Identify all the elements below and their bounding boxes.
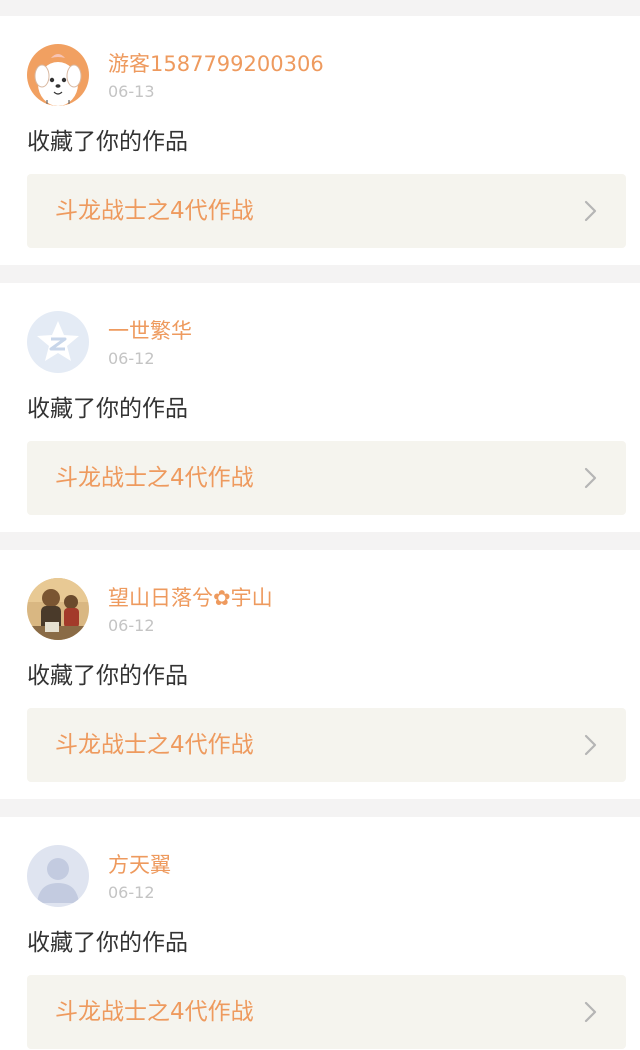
notification-action-text: 收藏了你的作品 [27, 396, 188, 422]
cartoon-dog-avatar-icon [27, 44, 89, 106]
username[interactable]: 方天翼 [108, 851, 171, 879]
username[interactable]: 望山日落兮✿宇山 [108, 584, 273, 612]
notification-action-text: 收藏了你的作品 [27, 930, 188, 956]
chevron-right-icon [584, 467, 598, 489]
photo-avatar-icon [27, 578, 89, 640]
chevron-right-icon [584, 200, 598, 222]
work-title: 斗龙战士之4代作战 [55, 465, 254, 491]
chevron-right-icon [584, 734, 598, 756]
work-title: 斗龙战士之4代作战 [55, 198, 254, 224]
notification-feed: 游客1587799200306 06-13 收藏了你的作品 斗龙战士之4代作战 … [0, 0, 640, 1050]
notification-card: 方天翼 06-12 收藏了你的作品 斗龙战士之4代作战 [0, 817, 640, 1050]
chevron-right-icon [584, 1001, 598, 1023]
notification-action-text: 收藏了你的作品 [27, 129, 188, 155]
work-link[interactable]: 斗龙战士之4代作战 [27, 708, 626, 782]
work-link[interactable]: 斗龙战士之4代作战 [27, 441, 626, 515]
work-title: 斗龙战士之4代作战 [55, 999, 254, 1025]
notification-action-text: 收藏了你的作品 [27, 663, 188, 689]
user-avatar[interactable] [27, 44, 89, 106]
qzone-star-avatar-icon [27, 311, 89, 373]
notification-date: 06-12 [108, 883, 155, 902]
notification-date: 06-12 [108, 616, 155, 635]
user-avatar[interactable] [27, 845, 89, 907]
notification-date: 06-13 [108, 82, 155, 101]
notification-card: 一世繁华 06-12 收藏了你的作品 斗龙战士之4代作战 [0, 283, 640, 532]
user-avatar[interactable] [27, 311, 89, 373]
notification-date: 06-12 [108, 349, 155, 368]
work-link[interactable]: 斗龙战士之4代作战 [27, 174, 626, 248]
notification-card: 望山日落兮✿宇山 06-12 收藏了你的作品 斗龙战士之4代作战 [0, 550, 640, 799]
work-link[interactable]: 斗龙战士之4代作战 [27, 975, 626, 1049]
notification-card: 游客1587799200306 06-13 收藏了你的作品 斗龙战士之4代作战 [0, 16, 640, 265]
default-person-avatar-icon [27, 845, 89, 907]
username[interactable]: 一世繁华 [108, 317, 192, 345]
username[interactable]: 游客1587799200306 [108, 50, 324, 78]
user-avatar[interactable] [27, 578, 89, 640]
work-title: 斗龙战士之4代作战 [55, 732, 254, 758]
